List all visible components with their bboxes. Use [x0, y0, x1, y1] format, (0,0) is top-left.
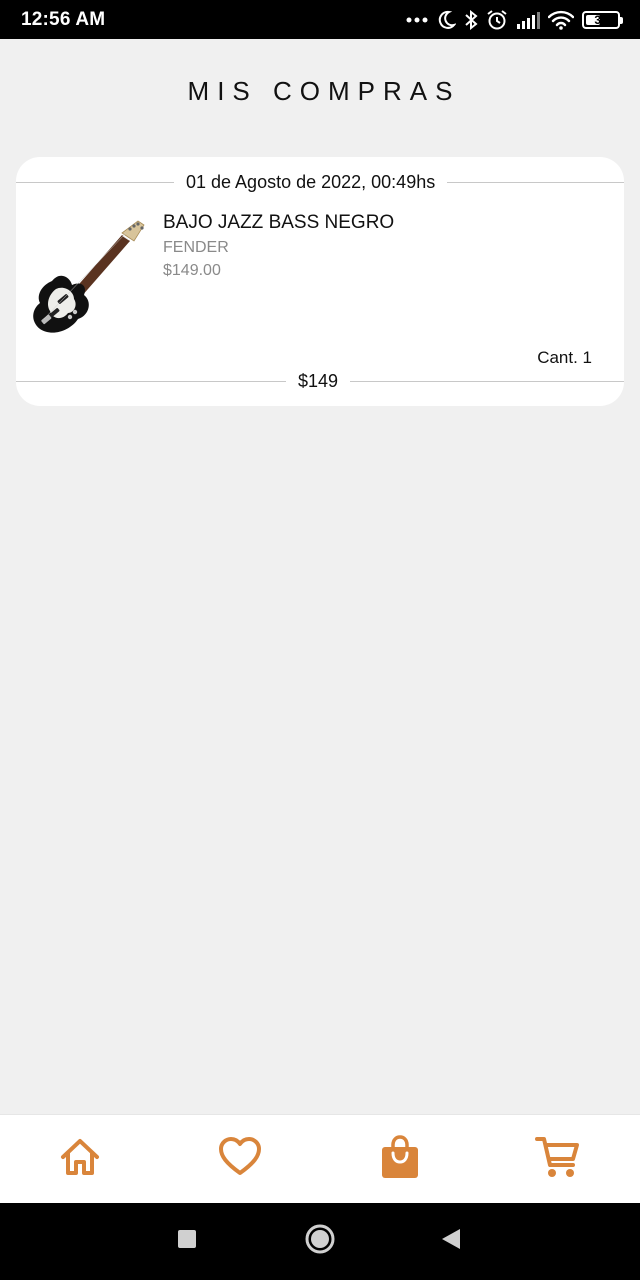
home-circle-icon	[304, 1223, 336, 1260]
order-date-row: 01 de Agosto de 2022, 00:49hs	[16, 172, 624, 193]
back-icon	[440, 1227, 462, 1256]
product-brand: FENDER	[163, 239, 229, 256]
battery-level: 39	[594, 12, 608, 27]
divider	[16, 182, 174, 183]
nav-favorites-button[interactable]	[200, 1115, 280, 1204]
nav-purchases-button[interactable]	[360, 1115, 440, 1204]
order-card[interactable]: 01 de Agosto de 2022, 00:49hs BAJO JAZZ …	[16, 157, 624, 406]
product-name[interactable]: BAJO JAZZ BASS NEGRO	[163, 212, 394, 234]
recent-apps-button[interactable]	[157, 1203, 217, 1280]
order-date: 01 de Agosto de 2022, 00:49hs	[186, 172, 436, 192]
status-bar: 12:56 AM 39	[0, 0, 640, 39]
order-total-row: $149	[16, 371, 624, 392]
divider	[447, 182, 624, 183]
product-quantity: Cant. 1	[537, 348, 592, 367]
shopping-bag-icon	[380, 1135, 420, 1184]
divider	[350, 381, 624, 382]
status-icons: 39	[406, 9, 623, 31]
alarm-icon	[486, 9, 508, 31]
divider	[16, 381, 286, 382]
battery-icon: 39	[582, 10, 623, 29]
status-time: 12:56 AM	[21, 8, 106, 30]
bluetooth-icon	[464, 9, 478, 30]
nav-cart-button[interactable]	[518, 1115, 598, 1204]
bottom-nav	[0, 1114, 640, 1203]
moon-icon	[436, 10, 456, 30]
cart-icon	[535, 1135, 581, 1184]
more-dots-icon	[406, 16, 428, 24]
home-icon	[59, 1137, 101, 1182]
system-home-button[interactable]	[290, 1203, 350, 1280]
product-price: $149.00	[163, 262, 221, 279]
bass-guitar-image[interactable]	[30, 219, 150, 344]
system-back-button[interactable]	[421, 1203, 481, 1280]
page-title: MIS COMPRAS	[187, 76, 461, 106]
nav-home-button[interactable]	[40, 1115, 120, 1204]
order-total: $149	[298, 371, 339, 391]
heart-icon	[218, 1137, 262, 1182]
recent-apps-icon	[177, 1229, 197, 1254]
signal-icon	[516, 11, 540, 29]
system-nav-bar	[0, 1203, 640, 1280]
wifi-icon	[548, 10, 574, 30]
